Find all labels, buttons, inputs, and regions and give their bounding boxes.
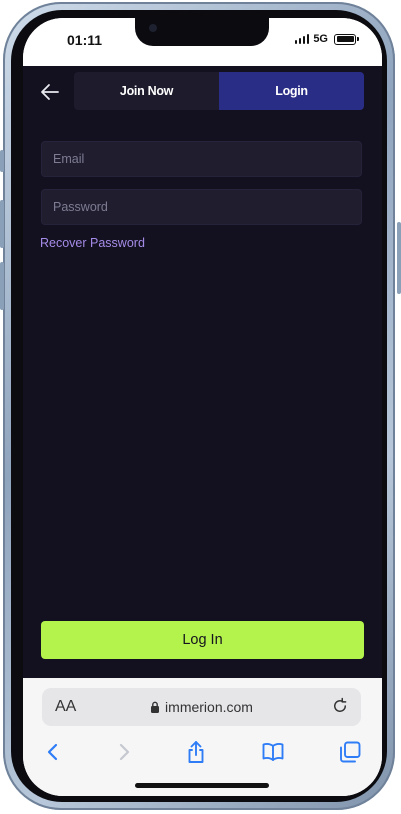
status-bar: 01:11 5G [23, 18, 382, 66]
share-icon[interactable] [183, 739, 209, 765]
signal-icon [294, 34, 310, 44]
network-type: 5G [313, 33, 328, 45]
browser-toolbar: AA immerion.com [23, 678, 382, 796]
status-time: 01:11 [67, 32, 103, 48]
back-arrow-icon[interactable] [38, 80, 62, 104]
power-button [397, 222, 401, 294]
tab-join-now[interactable]: Join Now [74, 72, 219, 110]
log-in-button[interactable]: Log In [41, 621, 364, 659]
auth-tabs: Join Now Login [74, 72, 364, 110]
status-indicators: 5G [294, 33, 359, 45]
lock-icon [151, 701, 160, 713]
bookmarks-icon[interactable] [260, 739, 286, 765]
volume-up-button [0, 200, 4, 248]
address-bar[interactable]: AA immerion.com [42, 688, 361, 726]
domain-text: immerion.com [165, 699, 253, 715]
password-field [41, 189, 362, 225]
email-input[interactable] [42, 142, 361, 176]
volume-down-button [0, 262, 4, 310]
chevron-right-icon[interactable] [111, 739, 137, 765]
notch [135, 18, 269, 46]
password-input[interactable] [42, 190, 361, 224]
recover-password-link[interactable]: Recover Password [40, 236, 145, 250]
chevron-left-icon[interactable] [40, 739, 66, 765]
battery-icon [334, 33, 359, 45]
login-page: Join Now Login Recover Password Log In [23, 66, 382, 678]
email-field [41, 141, 362, 177]
reload-icon[interactable] [331, 697, 349, 715]
home-indicator [135, 783, 269, 788]
screen: 01:11 5G Join Now Login Recover Password… [23, 18, 382, 796]
address-display: immerion.com [42, 699, 361, 715]
tabs-icon[interactable] [337, 739, 363, 765]
mute-switch [0, 150, 4, 172]
tab-login[interactable]: Login [219, 72, 364, 110]
camera [149, 24, 157, 32]
